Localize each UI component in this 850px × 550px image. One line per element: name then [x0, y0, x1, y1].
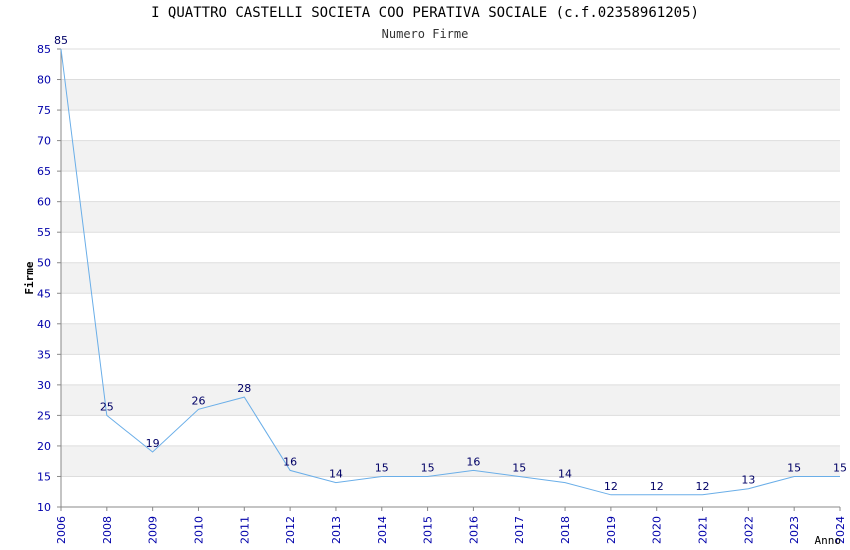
data-label: 85	[54, 34, 68, 47]
y-tick-label: 60	[37, 196, 51, 209]
data-label: 13	[741, 474, 755, 487]
x-tick-label: 2020	[651, 516, 664, 544]
data-label: 15	[421, 461, 435, 474]
data-label: 15	[833, 461, 847, 474]
grid-band	[61, 140, 840, 172]
x-tick-label: 2008	[101, 516, 114, 544]
x-tick-label: 2022	[742, 516, 755, 544]
x-tick-label: 2012	[284, 516, 297, 544]
grid-bands	[61, 79, 840, 477]
data-label: 15	[512, 461, 526, 474]
data-label: 19	[146, 437, 160, 450]
y-tick-label: 40	[37, 318, 51, 331]
y-tick-label: 20	[37, 440, 51, 453]
x-tick-labels: 2006 2008 2009 2010 2011 2012 2013 2014 2015 2016…	[55, 516, 847, 544]
data-label: 16	[466, 455, 480, 468]
y-tick-labels: 10 15 20 25 30 35 40 45 50 55 60 65 70 75 80 85	[37, 43, 51, 514]
grid-band	[61, 323, 840, 355]
data-label: 12	[604, 480, 618, 493]
line-chart: 10152025303540455055606570758085 2006 200…	[23, 34, 847, 547]
x-tick-label: 2014	[376, 516, 389, 544]
data-label: 16	[283, 455, 297, 468]
y-axis-label: Firme	[23, 261, 36, 294]
y-tick-label: 35	[37, 348, 51, 361]
y-tick-label: 50	[37, 257, 51, 270]
data-label: 15	[787, 461, 801, 474]
x-tick-label: 2019	[605, 516, 618, 544]
x-tick-label: 2015	[422, 516, 435, 544]
data-label: 14	[329, 468, 343, 481]
data-label: 25	[100, 400, 114, 413]
x-tick-label: 2016	[467, 516, 480, 544]
data-label: 26	[191, 394, 205, 407]
y-tick-label: 70	[37, 135, 51, 148]
y-tick-label: 55	[37, 226, 51, 239]
grid-band	[61, 384, 840, 416]
y-tick-label: 25	[37, 409, 51, 422]
y-tick-label: 65	[37, 165, 51, 178]
data-label: 15	[375, 461, 389, 474]
grid-band	[61, 201, 840, 233]
y-tick-label: 30	[37, 379, 51, 392]
y-tick-label: 10	[37, 501, 51, 514]
x-tick-label: 2011	[238, 516, 251, 544]
y-tick-label: 85	[37, 43, 51, 56]
y-tick-label: 15	[37, 470, 51, 483]
x-tick-label: 2018	[559, 516, 572, 544]
data-label: 12	[650, 480, 664, 493]
data-label: 14	[558, 468, 572, 481]
x-tick-label: 2010	[192, 516, 205, 544]
y-tick-label: 80	[37, 74, 51, 87]
x-axis-label: Anno	[815, 534, 842, 547]
data-label: 28	[237, 382, 251, 395]
grid-band	[61, 79, 840, 111]
x-tick-label: 2006	[55, 516, 68, 544]
data-label: 12	[696, 480, 710, 493]
grid-band	[61, 262, 840, 294]
x-tick-label: 2013	[330, 516, 343, 544]
x-tick-label: 2023	[788, 516, 801, 544]
x-tick-label: 2021	[697, 516, 710, 544]
y-tick-label: 75	[37, 104, 51, 117]
x-tick-label: 2017	[513, 516, 526, 544]
y-tick-label: 45	[37, 287, 51, 300]
x-tick-label: 2009	[147, 516, 160, 544]
grid-band	[61, 445, 840, 477]
